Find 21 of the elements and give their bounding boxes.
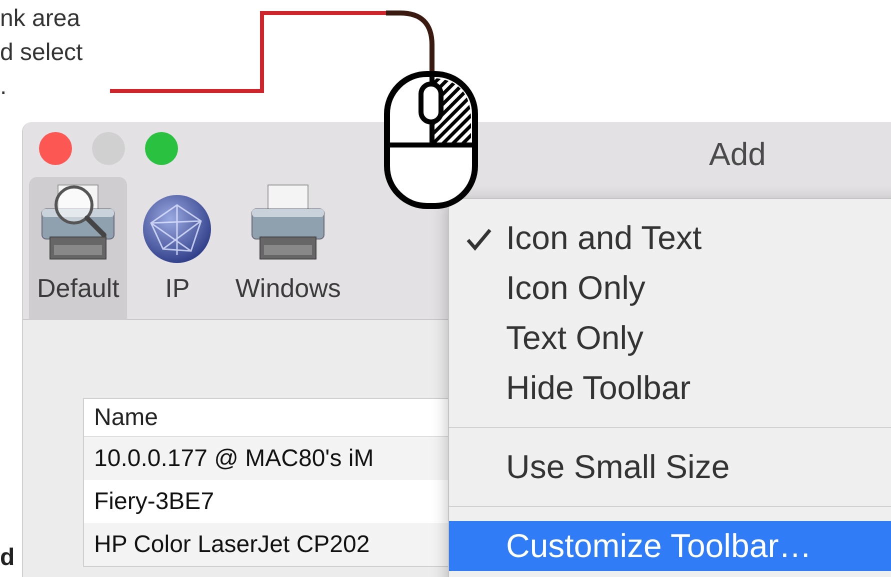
menu-item[interactable]: Use Small Size <box>449 442 891 492</box>
globe-icon <box>141 193 214 265</box>
menu-item[interactable]: Hide Toolbar <box>449 363 891 413</box>
menu-item[interactable]: Icon Only <box>449 263 891 313</box>
checkmark-icon <box>465 227 493 251</box>
toolbar-button[interactable]: IP <box>133 177 222 320</box>
toolbar-button[interactable]: Default <box>29 177 128 320</box>
maximize-button[interactable] <box>145 132 178 165</box>
table-row[interactable]: 10.0.0.177 @ MAC80's iM <box>84 437 448 480</box>
window-title: Add <box>709 135 766 174</box>
table-row[interactable]: HP Color LaserJet CP202 <box>84 523 448 566</box>
toolbar-button[interactable]: Windows <box>227 177 349 320</box>
menu-item[interactable]: Text Only <box>449 313 891 363</box>
annotation-text: d select <box>0 38 83 68</box>
annotation-text: . <box>0 72 7 102</box>
close-button[interactable] <box>39 132 72 165</box>
menu-item[interactable]: Icon and Text <box>449 213 891 263</box>
annotation-text: d <box>0 543 15 573</box>
mouse-icon <box>383 9 479 211</box>
annotation-text: nk area <box>0 4 80 34</box>
menu-item[interactable]: Customize Toolbar… <box>449 521 891 571</box>
